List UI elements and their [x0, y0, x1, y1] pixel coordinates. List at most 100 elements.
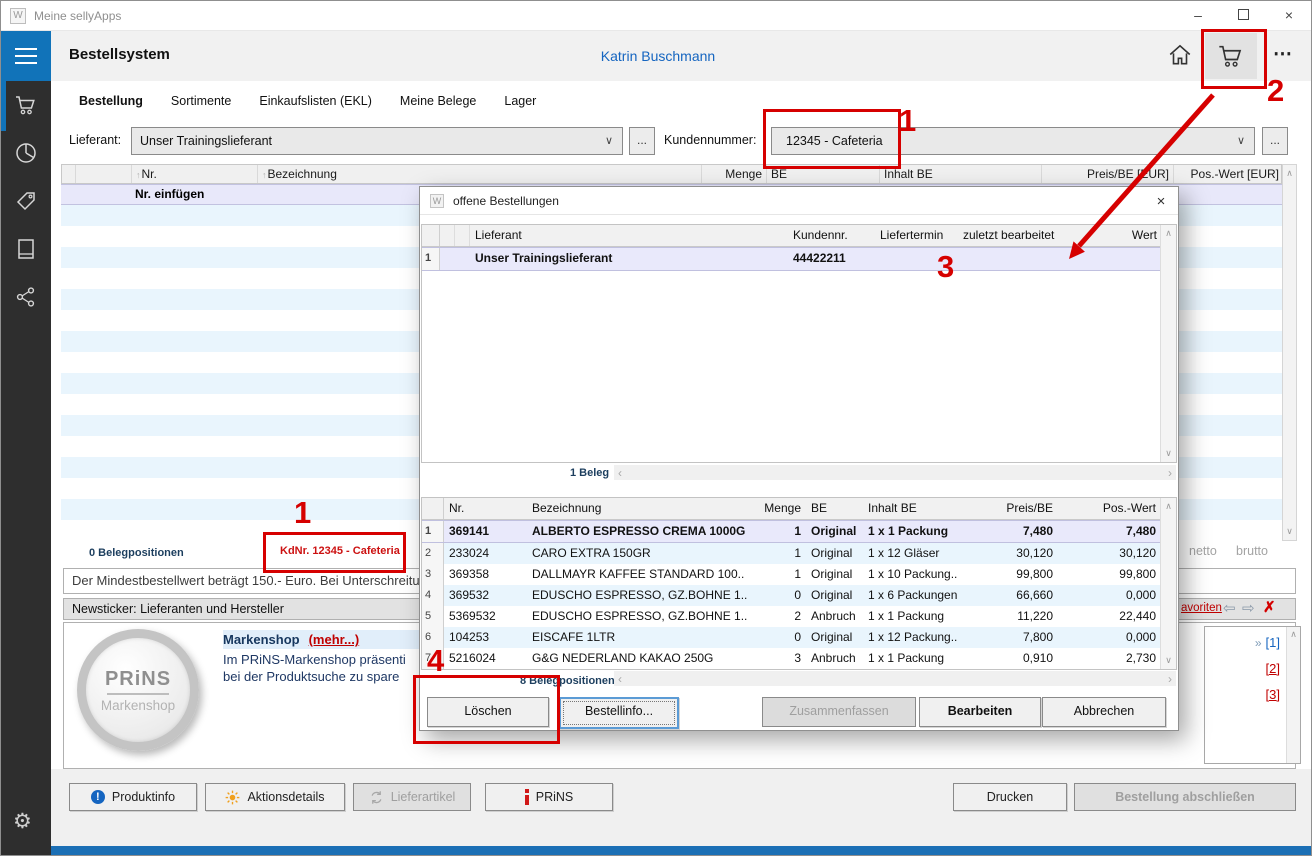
table-row[interactable]: 55369532EDUSCHO ESPRESSO, GZ.BOHNE 1..2A… — [422, 606, 1176, 627]
table-cell: 1 x 12 Gläser — [863, 543, 958, 564]
scroll-up-icon[interactable]: ∧ — [1161, 501, 1176, 512]
scroll-up-icon[interactable]: ∧ — [1283, 168, 1296, 179]
table-cell: 2,730 — [1058, 648, 1161, 669]
news-page-link[interactable]: [3] — [1266, 687, 1280, 702]
table-cell: 0 — [748, 585, 806, 606]
tab-lager[interactable]: Lager — [504, 94, 536, 108]
table-cell: 1 x 6 Packungen — [863, 585, 958, 606]
table-cell: 99,800 — [1058, 564, 1161, 585]
lieferant-value: Unser Trainingslieferant — [140, 134, 272, 148]
scroll-down-icon[interactable]: ∨ — [1283, 526, 1296, 537]
lieferartikel-button: Lieferartikel — [353, 783, 471, 811]
prev-arrow-icon[interactable]: ⇦ — [1223, 599, 1236, 617]
table-row[interactable]: 75216024G&G NEDERLAND KAKAO 250G3Anbruch… — [422, 648, 1176, 669]
table-row[interactable]: 2233024CARO EXTRA 150GR1Original1 x 12 G… — [422, 543, 1176, 564]
orders-scrollbar[interactable]: ∧ ∨ — [1160, 225, 1176, 462]
scroll-right-icon[interactable]: › — [1168, 672, 1172, 686]
table-cell: 5369532 — [444, 606, 527, 627]
row-number: 2 — [422, 543, 444, 564]
news-text-line: Im PRiNS-Markenshop präsenti — [223, 652, 406, 667]
more-options-button[interactable]: ⋯ — [1273, 43, 1293, 66]
scroll-up-icon[interactable]: ∧ — [1287, 629, 1300, 640]
hamburger-icon — [15, 48, 37, 50]
scroll-down-icon[interactable]: ∨ — [1161, 655, 1176, 666]
close-button[interactable]: × — [1266, 1, 1312, 31]
news-pagination: ∧ »[1] [2] [3] — [1204, 626, 1301, 764]
close-news-icon[interactable]: ✗ — [1263, 598, 1276, 616]
next-arrow-icon[interactable]: ⇨ — [1242, 599, 1255, 617]
order-lieferant: Unser Trainingslieferant — [470, 248, 788, 270]
maximize-button[interactable] — [1220, 1, 1266, 31]
orders-hscrollbar[interactable]: ‹ › — [614, 465, 1176, 480]
positions-table-header: Nr. Bezeichnung Menge BE Inhalt BE Preis… — [422, 498, 1176, 520]
kundennummer-label: Kundennummer: — [664, 133, 756, 147]
positions-table: Nr. Bezeichnung Menge BE Inhalt BE Preis… — [421, 497, 1177, 670]
table-cell: 3 — [748, 648, 806, 669]
table-cell: 7,480 — [1058, 521, 1161, 542]
aktionsdetails-button[interactable]: Aktionsdetails — [205, 783, 345, 811]
cart-nav-icon[interactable] — [14, 93, 38, 117]
table-cell: 5216024 — [444, 648, 527, 669]
bestellinfo-button[interactable]: Bestellinfo... — [559, 697, 679, 729]
dialog-close-icon[interactable]: × — [1150, 192, 1172, 212]
tab-einkaufslisten[interactable]: Einkaufslisten (EKL) — [259, 94, 372, 108]
table-cell: EISCAFE 1LTR — [527, 627, 748, 648]
home-icon[interactable] — [1167, 42, 1193, 68]
table-cell: 0,000 — [1058, 627, 1161, 648]
orders-table-header: Lieferant Kundennr. Liefertermin zuletzt… — [422, 225, 1176, 247]
tab-sortimente[interactable]: Sortimente — [171, 94, 231, 108]
chevron-down-icon: ∨ — [1237, 128, 1245, 154]
minimize-button[interactable]: – — [1175, 1, 1221, 31]
abbrechen-button[interactable]: Abbrechen — [1042, 697, 1166, 727]
tab-bestellung[interactable]: Bestellung — [79, 94, 143, 108]
tag-nav-icon[interactable] — [14, 189, 38, 213]
table-cell: 0,000 — [1058, 585, 1161, 606]
beleg-count: 1 Beleg — [570, 467, 609, 479]
table-row[interactable]: 1369141ALBERTO ESPRESSO CREMA 1000G1Orig… — [422, 520, 1176, 543]
scroll-right-icon[interactable]: › — [1168, 466, 1172, 480]
scroll-down-icon[interactable]: ∨ — [1161, 448, 1176, 459]
info-icon: ! — [91, 790, 105, 804]
table-row[interactable]: 4369532EDUSCHO ESPRESSO, GZ.BOHNE 1..0Or… — [422, 585, 1176, 606]
prins-button[interactable]: PRiNS — [485, 783, 613, 811]
share-nav-icon[interactable] — [14, 285, 38, 309]
annotation-box-kdnr — [263, 532, 406, 573]
order-row[interactable]: 1 Unser Trainingslieferant 44422211 — [422, 247, 1176, 271]
table-row[interactable]: 3369358DALLMAYR KAFFEE STANDARD 100..1Or… — [422, 564, 1176, 585]
window-titlebar: W Meine sellyApps – × — [1, 1, 1312, 31]
positions-table-body: 1369141ALBERTO ESPRESSO CREMA 1000G1Orig… — [422, 520, 1176, 669]
scroll-up-icon[interactable]: ∧ — [1161, 228, 1176, 239]
lieferant-select[interactable]: Unser Trainingslieferant ∨ — [131, 127, 623, 155]
sun-icon — [225, 790, 240, 805]
book-nav-icon[interactable] — [14, 237, 38, 261]
news-page-link[interactable]: [2] — [1266, 661, 1280, 676]
bearbeiten-button[interactable]: Bearbeiten — [919, 697, 1041, 727]
table-cell: 66,660 — [958, 585, 1058, 606]
scroll-left-icon[interactable]: ‹ — [618, 466, 622, 480]
table-cell: Original — [806, 585, 863, 606]
settings-gear-icon[interactable]: ⚙ — [13, 809, 32, 834]
menu-button[interactable] — [1, 31, 51, 81]
positions-hscrollbar[interactable]: ‹ › — [614, 671, 1176, 686]
tab-meine-belege[interactable]: Meine Belege — [400, 94, 476, 108]
page-title: Bestellsystem — [69, 46, 170, 63]
drucken-button[interactable]: Drucken — [953, 783, 1067, 811]
orders-table: Lieferant Kundennr. Liefertermin zuletzt… — [421, 224, 1177, 463]
favoriten-link[interactable]: avoriten — [1181, 602, 1222, 614]
table-cell: Original — [806, 627, 863, 648]
pie-chart-nav-icon[interactable] — [14, 141, 38, 165]
table-cell: 1 — [748, 564, 806, 585]
table-row[interactable]: 6104253EISCAFE 1LTR0Original1 x 12 Packu… — [422, 627, 1176, 648]
scroll-left-icon[interactable]: ‹ — [618, 672, 622, 686]
produktinfo-button[interactable]: ! Produktinfo — [69, 783, 197, 811]
table-cell: 1 — [748, 543, 806, 564]
mehr-link[interactable]: (mehr...) — [309, 632, 360, 647]
positions-scrollbar[interactable]: ∧ ∨ — [1160, 498, 1176, 669]
lieferant-browse-button[interactable]: ... — [629, 127, 655, 155]
table-cell: 0 — [748, 627, 806, 648]
pagination-scrollbar[interactable]: ∧ — [1286, 627, 1300, 763]
news-page-link[interactable]: »[1] — [1255, 635, 1280, 650]
kundennummer-browse-button[interactable]: ... — [1262, 127, 1288, 155]
main-table-scrollbar[interactable]: ∧ ∨ — [1282, 164, 1297, 541]
prins-i-icon — [525, 789, 529, 805]
